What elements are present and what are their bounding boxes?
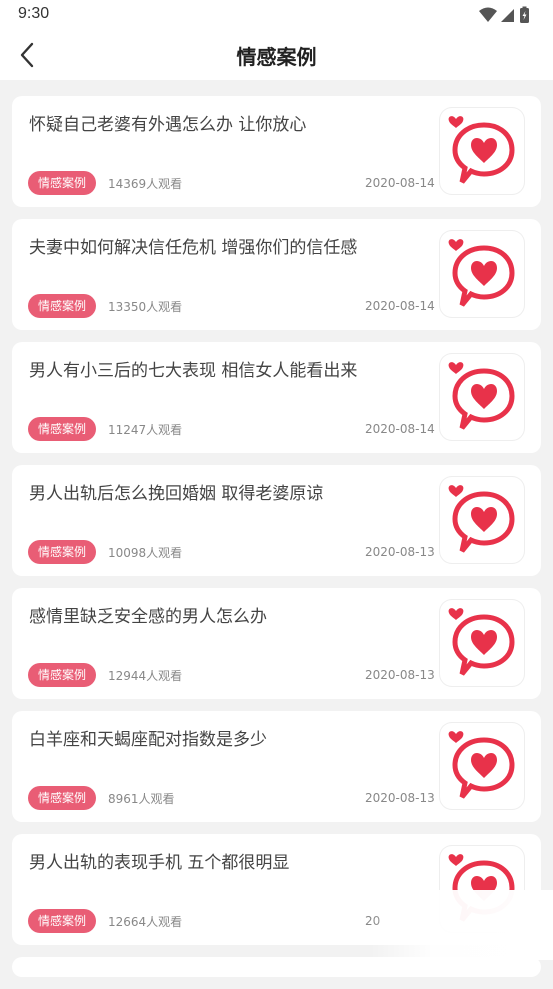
publish-date: 2020-08-13 xyxy=(365,791,435,805)
publish-date: 2020-08-13 xyxy=(365,668,435,682)
heart-speech-bubble-icon xyxy=(440,600,524,686)
article-title: 男人出轨后怎么挽回婚姻 取得老婆原谅 xyxy=(29,484,324,504)
publish-date: 20 xyxy=(365,914,381,928)
wifi-icon xyxy=(479,7,497,22)
article-list: 怀疑自己老婆有外遇怎么办 让你放心 情感案例 14369人观看 2020-08-… xyxy=(12,96,541,989)
heart-speech-bubble-icon xyxy=(440,723,524,809)
article-card[interactable]: 男人出轨的表现手机 五个都很明显 情感案例 12664人观看 20 xyxy=(12,834,541,945)
category-tag: 情感案例 xyxy=(28,786,97,810)
view-count: 13350人观看 xyxy=(108,300,183,314)
category-tag: 情感案例 xyxy=(28,663,97,687)
heart-speech-bubble-icon xyxy=(440,231,524,317)
publish-date: 2020-08-14 xyxy=(365,176,435,190)
view-count: 11247人观看 xyxy=(108,423,183,437)
article-card[interactable]: 感情里缺乏安全感的男人怎么办 情感案例 12944人观看 2020-08-13 xyxy=(12,588,541,699)
heart-speech-bubble-icon xyxy=(440,477,524,563)
header: 情感案例 xyxy=(0,30,553,80)
article-title: 男人有小三后的七大表现 相信女人能看出来 xyxy=(29,361,358,381)
category-tag: 情感案例 xyxy=(28,171,97,195)
status-time: 9:30 xyxy=(18,5,50,22)
article-card[interactable]: 男人有小三后的七大表现 相信女人能看出来 情感案例 11247人观看 2020-… xyxy=(12,342,541,453)
category-tag: 情感案例 xyxy=(28,417,97,441)
view-count: 14369人观看 xyxy=(108,177,183,191)
view-count: 8961人观看 xyxy=(108,792,175,806)
category-tag: 情感案例 xyxy=(28,909,97,933)
article-title: 感情里缺乏安全感的男人怎么办 xyxy=(29,607,267,627)
page-title: 情感案例 xyxy=(236,45,317,69)
signal-icon xyxy=(501,9,514,22)
article-title: 白羊座和天蝎座配对指数是多少 xyxy=(29,730,267,750)
article-card[interactable]: 夫妻中如何解决信任危机 增强你们的信任感 情感案例 13350人观看 2020-… xyxy=(12,219,541,330)
article-card[interactable]: 白羊座和天蝎座配对指数是多少 情感案例 8961人观看 2020-08-13 xyxy=(12,711,541,822)
article-title: 男人出轨的表现手机 五个都很明显 xyxy=(29,853,290,873)
status-bar: 9:30 xyxy=(0,0,553,30)
category-tag: 情感案例 xyxy=(28,294,97,318)
view-count: 12664人观看 xyxy=(108,915,183,929)
publish-date: 2020-08-13 xyxy=(365,545,435,559)
view-count: 10098人观看 xyxy=(108,546,183,560)
heart-speech-bubble-icon xyxy=(440,846,524,932)
article-card[interactable]: 怀疑自己老婆有外遇怎么办 让你放心 情感案例 14369人观看 2020-08-… xyxy=(12,96,541,207)
heart-speech-bubble-icon xyxy=(440,354,524,440)
article-title: 怀疑自己老婆有外遇怎么办 让你放心 xyxy=(29,115,307,135)
category-tag: 情感案例 xyxy=(28,540,97,564)
publish-date: 2020-08-14 xyxy=(365,422,435,436)
view-count: 12944人观看 xyxy=(108,669,183,683)
battery-icon xyxy=(520,6,529,23)
publish-date: 2020-08-14 xyxy=(365,299,435,313)
heart-speech-bubble-icon xyxy=(440,108,524,194)
status-icons xyxy=(477,6,537,24)
article-title: 夫妻中如何解决信任危机 增强你们的信任感 xyxy=(29,238,358,258)
article-card-partial[interactable] xyxy=(12,957,541,977)
article-card[interactable]: 男人出轨后怎么挽回婚姻 取得老婆原谅 情感案例 10098人观看 2020-08… xyxy=(12,465,541,576)
